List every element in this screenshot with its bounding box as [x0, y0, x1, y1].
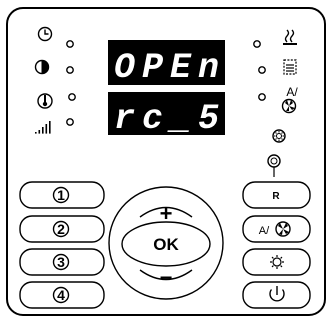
preset-4-button[interactable]: 4	[19, 281, 105, 309]
fan-icon	[275, 221, 291, 237]
preset-1-label: 1	[57, 187, 65, 203]
preset-2-label: 2	[57, 221, 65, 237]
sun-icon	[270, 255, 284, 269]
indicator-led-temperature	[68, 93, 76, 101]
control-panel-drawing: OPEn rc_5 A/ 1 2 3 4 + OK − R A/	[6, 7, 326, 316]
power-button[interactable]	[242, 281, 311, 309]
display-line-1-text: OPEn	[114, 48, 226, 88]
indicator-led-timer	[66, 66, 74, 74]
preset-3-button[interactable]: 3	[19, 248, 105, 276]
reset-button[interactable]: R	[242, 181, 311, 209]
thermometer-icon	[37, 93, 53, 109]
display-line-2: rc_5	[108, 92, 226, 139]
preset-3-label: 3	[57, 254, 65, 270]
preset-4-label: 4	[57, 287, 65, 303]
auto-fan-indicator-icon: A/	[281, 85, 298, 114]
preset-1-button[interactable]: 1	[19, 181, 105, 209]
light-button[interactable]	[242, 248, 311, 276]
auto-fan-label: A/	[259, 225, 270, 237]
steam-icon	[283, 29, 297, 45]
power-icon	[269, 286, 285, 302]
control-panel: OPEn rc_5 A/ 1 2 3 4 + OK − R A/	[0, 0, 332, 323]
indicator-led-auto-fan	[258, 93, 266, 101]
light-icon	[272, 129, 286, 143]
reset-label: R	[272, 191, 280, 202]
preset-2-button[interactable]: 2	[19, 215, 105, 243]
ok-button[interactable]: OK	[121, 221, 211, 267]
indicator-led-water	[258, 66, 266, 74]
auto-fan-button[interactable]: A/	[242, 215, 311, 243]
clock-icon	[37, 26, 53, 42]
display-line-2-text: rc_5	[114, 99, 226, 139]
indicator-led-steam	[253, 40, 261, 48]
indicator-led-signal	[66, 118, 74, 126]
minus-button[interactable]: −	[139, 265, 193, 290]
minus-label: −	[160, 265, 173, 290]
ok-label: OK	[153, 235, 179, 254]
reset-lamp-icon	[267, 154, 281, 177]
water-level-icon	[283, 59, 297, 75]
display-line-1: OPEn	[108, 40, 226, 88]
pie-timer-icon	[34, 59, 50, 75]
signal-bars-icon	[35, 121, 51, 134]
indicator-led-clock	[66, 40, 74, 48]
auto-fan-indicator-label: A/	[286, 85, 298, 99]
